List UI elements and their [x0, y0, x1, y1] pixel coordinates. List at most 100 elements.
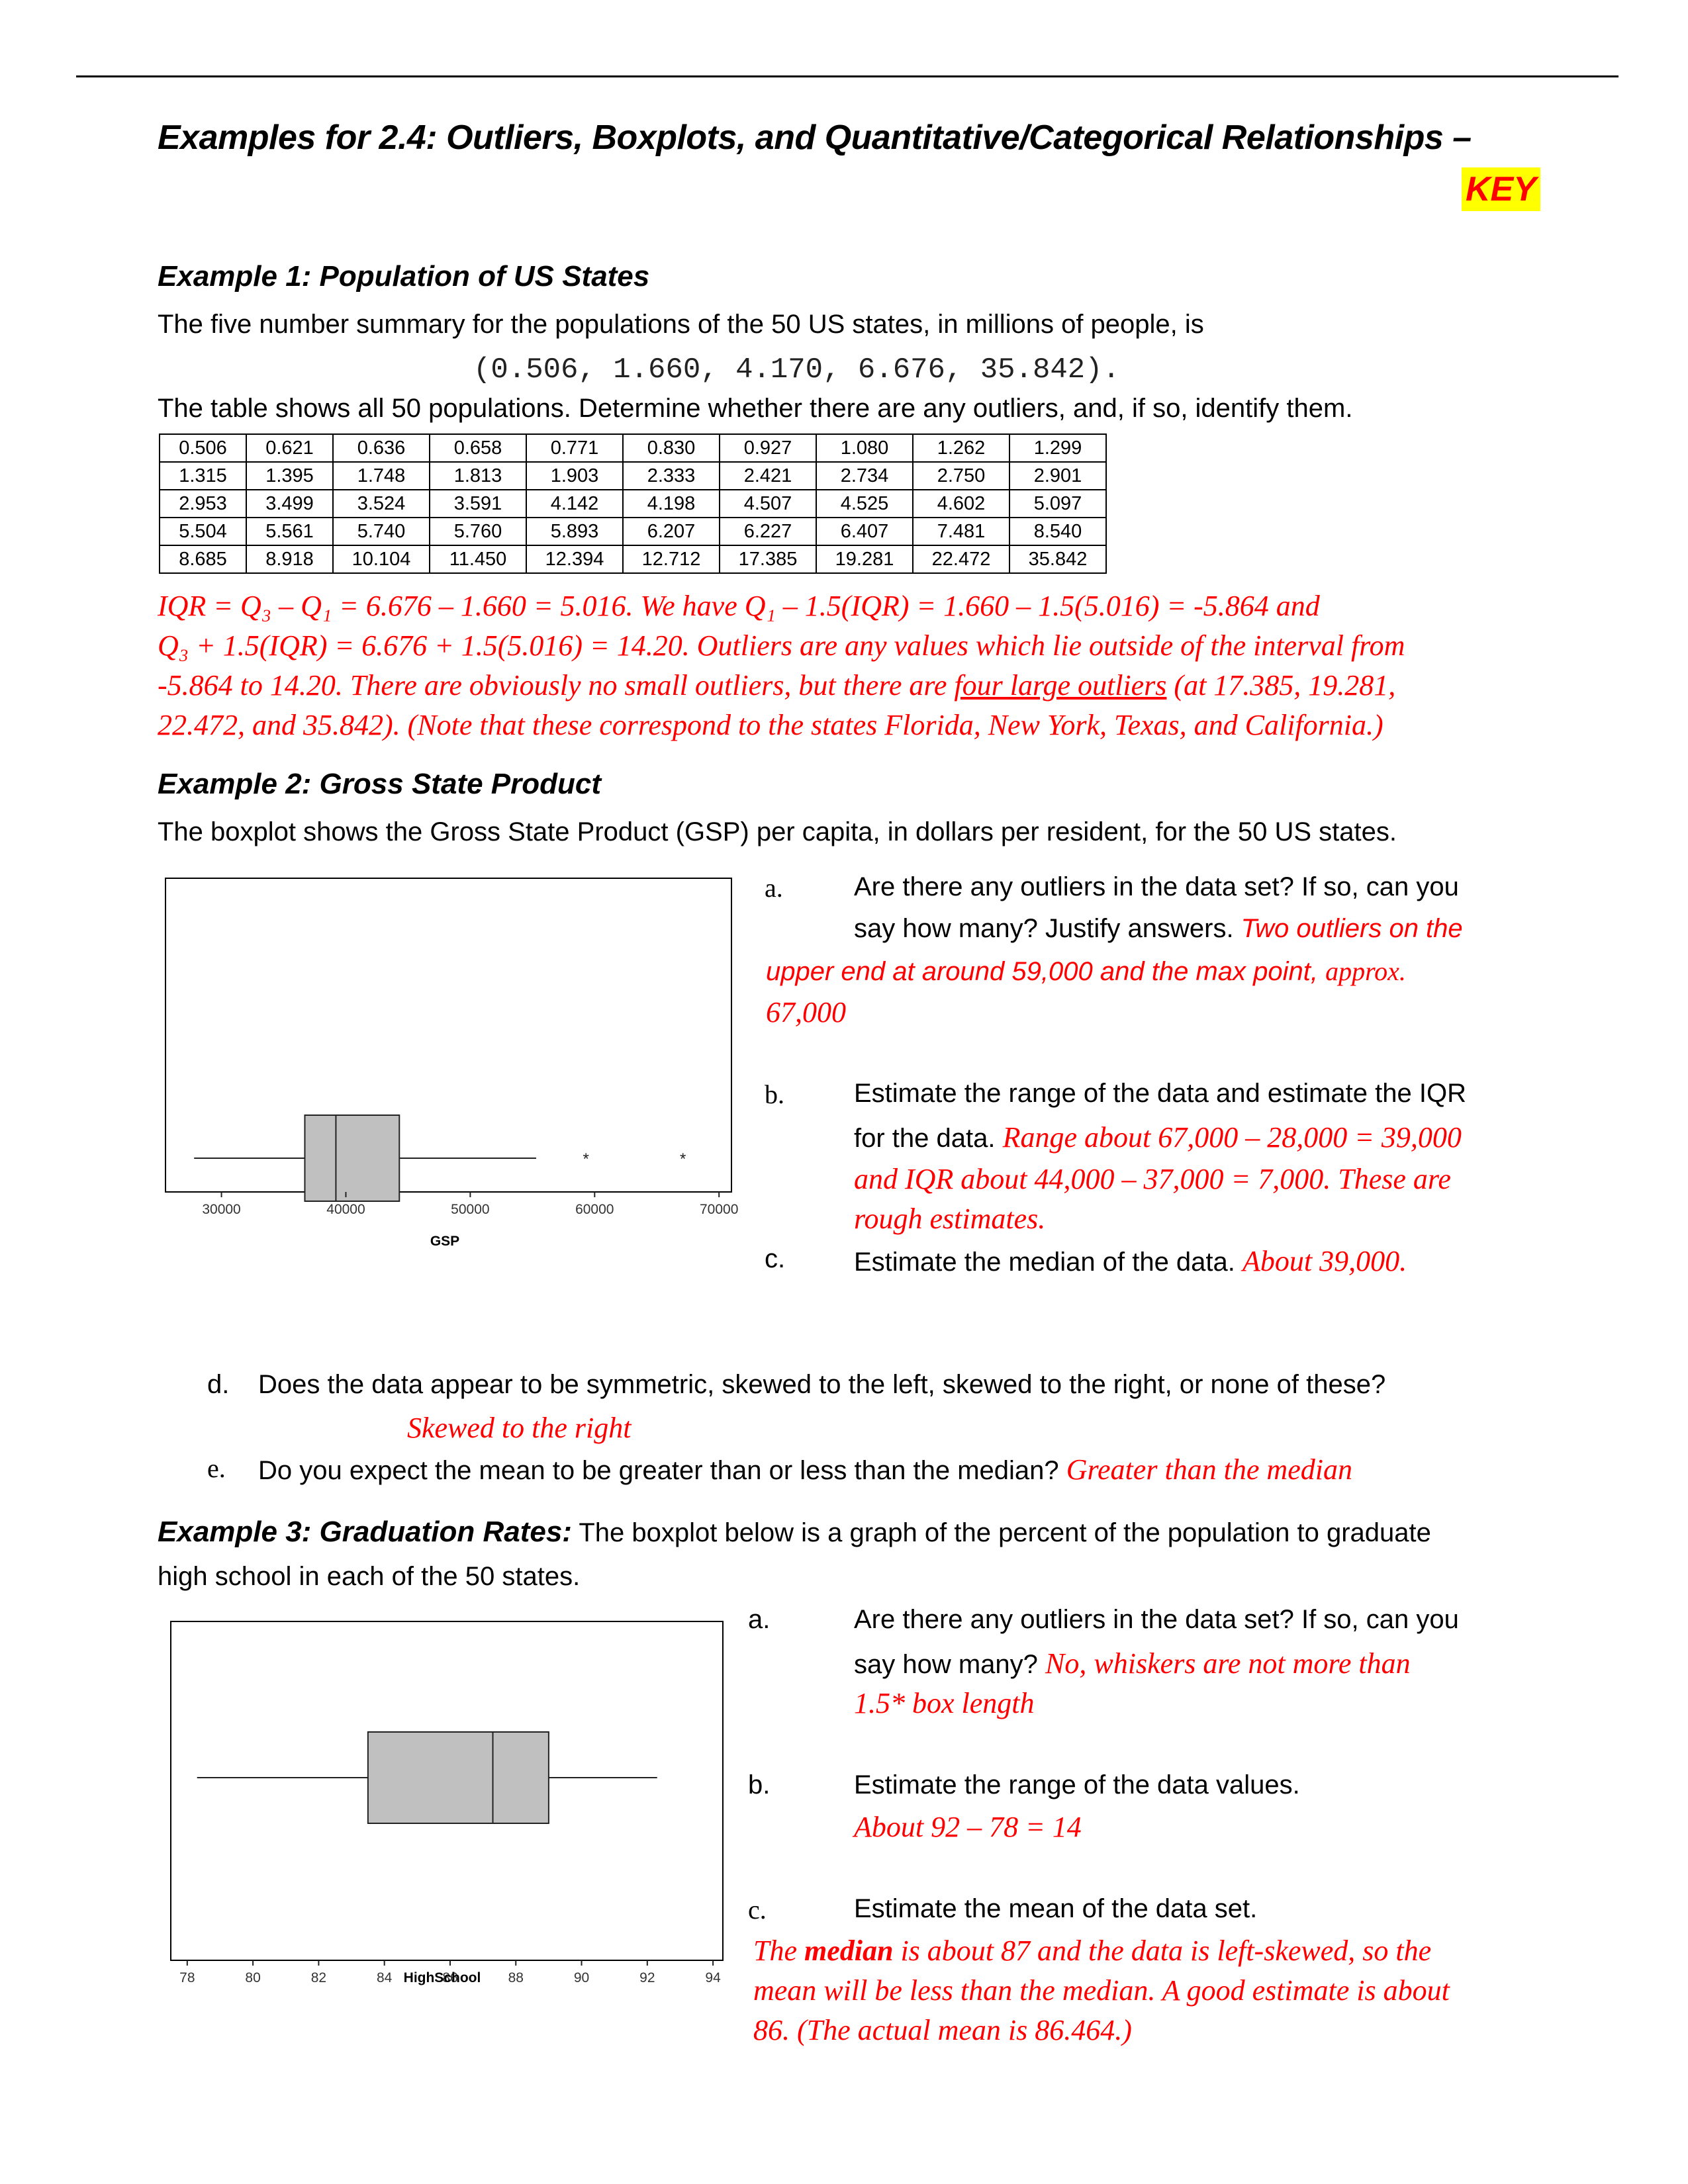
q2e-label: e. [207, 1453, 226, 1483]
table-cell: 5.504 [159, 517, 247, 546]
q2c-label: c. [765, 1244, 786, 1273]
answer-text: The [753, 1934, 804, 1967]
table-cell: 8.685 [159, 545, 247, 574]
table-cell: 2.734 [816, 461, 914, 490]
table-cell: 12.712 [622, 545, 720, 574]
table-cell: 6.407 [816, 517, 914, 546]
table-cell: 1.080 [816, 433, 914, 463]
example2-intro: The boxplot shows the Gross State Produc… [158, 817, 1397, 846]
x-tick-label: 70000 [700, 1202, 738, 1217]
table-cell: 4.602 [912, 489, 1010, 518]
table-cell: 8.540 [1009, 517, 1107, 546]
x-tick-label: 40000 [326, 1202, 365, 1217]
table-cell: 1.395 [246, 461, 334, 490]
question-text: Estimate the median of the data. [854, 1248, 1243, 1277]
table-row: 0.506 0.621 0.636 0.658 0.771 0.830 0.927 1.080… [159, 433, 1107, 463]
example1-intro: The five number summary for the populati… [158, 310, 1204, 339]
answer-text: Two outliers on the [1241, 914, 1463, 943]
x-tick-label: 94 [705, 1970, 721, 1985]
four-large-outliers-emphasis: four large outliers [954, 669, 1167, 702]
table-cell: 1.262 [912, 433, 1010, 463]
answer-text: (at 17.385, 19.281, [1166, 669, 1396, 702]
answer-text: upper end at around 59,000 and the max p… [766, 957, 1326, 986]
table-cell: 0.658 [429, 433, 527, 463]
table-cell: 0.830 [622, 433, 720, 463]
population-table: 0.506 0.621 0.636 0.658 0.771 0.830 0.927 1.080… [159, 433, 1107, 574]
example3-heading-line: Example 3: Graduation Rates: The boxplot… [158, 1516, 1431, 1549]
table-cell: 1.315 [159, 461, 247, 490]
table-cell: 5.740 [332, 517, 430, 546]
table-cell: 8.918 [246, 545, 334, 574]
q3b-question: Estimate the range of the data values. [854, 1770, 1300, 1799]
x-tick-label: 78 [179, 1970, 195, 1985]
table-cell: 0.506 [159, 433, 247, 463]
answer-text: -5.864 to 14.20. There are obviously no … [158, 669, 955, 702]
q2a-line2: say how many? Justify answers. Two outli… [854, 914, 1463, 944]
median-emphasis: median [804, 1934, 894, 1967]
table-row: 8.685 8.918 10.104 11.450 12.394 12.712 17.385… [159, 545, 1107, 574]
x-tick-label: 50000 [451, 1202, 489, 1217]
x-axis-label: HighSchool [404, 1970, 481, 1985]
answer-text: About 39,000. [1243, 1245, 1407, 1277]
table-cell: 0.771 [526, 433, 624, 463]
table-cell: 2.421 [719, 461, 817, 490]
answer-text: approx. [1325, 956, 1406, 986]
table-cell: 5.097 [1009, 489, 1107, 518]
table-cell: 5.760 [429, 517, 527, 546]
q3b-answer: About 92 – 78 = 14 [854, 1811, 1082, 1843]
q2c: Estimate the median of the data. About 3… [854, 1244, 1407, 1278]
top-rule [76, 75, 1618, 77]
x-tick-label: 30000 [202, 1202, 240, 1217]
table-cell: 11.450 [429, 545, 527, 574]
q3c-answer-line3: 86. (The actual mean is 86.464.) [753, 2014, 1132, 2046]
q3c-question: Estimate the mean of the data set. [854, 1894, 1258, 1923]
question-text: say how many? [854, 1650, 1046, 1679]
example3-heading: Example 3: Graduation Rates: [158, 1516, 572, 1548]
q3c-answer-line2: mean will be less than the median. A goo… [753, 1974, 1450, 2007]
table-cell: 2.901 [1009, 461, 1107, 490]
example3-intro: The boxplot below is a graph of the perc… [571, 1518, 1431, 1547]
answer-text: Range about 67,000 – 28,000 = 39,000 [1002, 1121, 1462, 1154]
table-cell: 10.104 [332, 545, 430, 574]
q2d-label: d. [207, 1370, 230, 1399]
answer-text: Greater than the median [1066, 1453, 1352, 1486]
example2-heading: Example 2: Gross State Product [158, 768, 601, 800]
answer-text: No, whiskers are not more than [1045, 1647, 1411, 1680]
outlier-point: * [680, 1150, 686, 1168]
example3-intro-line2: high school in each of the 50 states. [158, 1562, 581, 1591]
table-row: 5.504 5.561 5.740 5.760 5.893 6.207 6.227 6.407… [159, 517, 1107, 546]
q2d-question: Does the data appear to be symmetric, sk… [258, 1370, 1386, 1399]
question-text: say how many? Justify answers. [854, 914, 1241, 943]
key-badge: KEY [1462, 167, 1540, 211]
table-cell: 12.394 [526, 545, 624, 574]
q2a-line4: 67,000 [766, 996, 846, 1028]
table-row: 2.953 3.499 3.524 3.591 4.142 4.198 4.507 4.525… [159, 489, 1107, 518]
q3a-line2: say how many? No, whiskers are not more … [854, 1647, 1411, 1680]
table-cell: 1.748 [332, 461, 430, 490]
table-cell: 5.893 [526, 517, 624, 546]
x-axis-label: GSP [430, 1234, 459, 1249]
q2a-line1: Are there any outliers in the data set? … [854, 872, 1459, 901]
table-cell: 3.524 [332, 489, 430, 518]
gsp-boxplot: * * 30000 40000 50000 60000 70000 GSP [165, 878, 738, 1249]
table-cell: 7.481 [912, 517, 1010, 546]
table-cell: 2.333 [622, 461, 720, 490]
table-cell: 0.636 [332, 433, 430, 463]
x-tick-label: 88 [508, 1970, 524, 1985]
five-number-summary: (0.506, 1.660, 4.170, 6.676, 35.842). [473, 353, 1120, 387]
q3b-label: b. [748, 1770, 771, 1799]
x-tick-label: 82 [311, 1970, 326, 1985]
table-cell: 4.507 [719, 489, 817, 518]
iqr-box [304, 1115, 400, 1202]
outlier-point: * [583, 1150, 588, 1168]
q2b-line1: Estimate the range of the data and estim… [854, 1079, 1466, 1108]
document-title: Examples for 2.4: Outliers, Boxplots, an… [158, 118, 1472, 157]
table-cell: 1.813 [429, 461, 527, 490]
question-text: Do you expect the mean to be greater tha… [258, 1456, 1066, 1485]
table-cell: 35.842 [1009, 545, 1107, 574]
table-cell: 1.903 [526, 461, 624, 490]
example1-instruction: The table shows all 50 populations. Dete… [158, 394, 1353, 423]
q2b-line3: and IQR about 44,000 – 37,000 = 7,000. T… [854, 1163, 1451, 1195]
table-cell: 0.927 [719, 433, 817, 463]
table-cell: 0.621 [246, 433, 334, 463]
